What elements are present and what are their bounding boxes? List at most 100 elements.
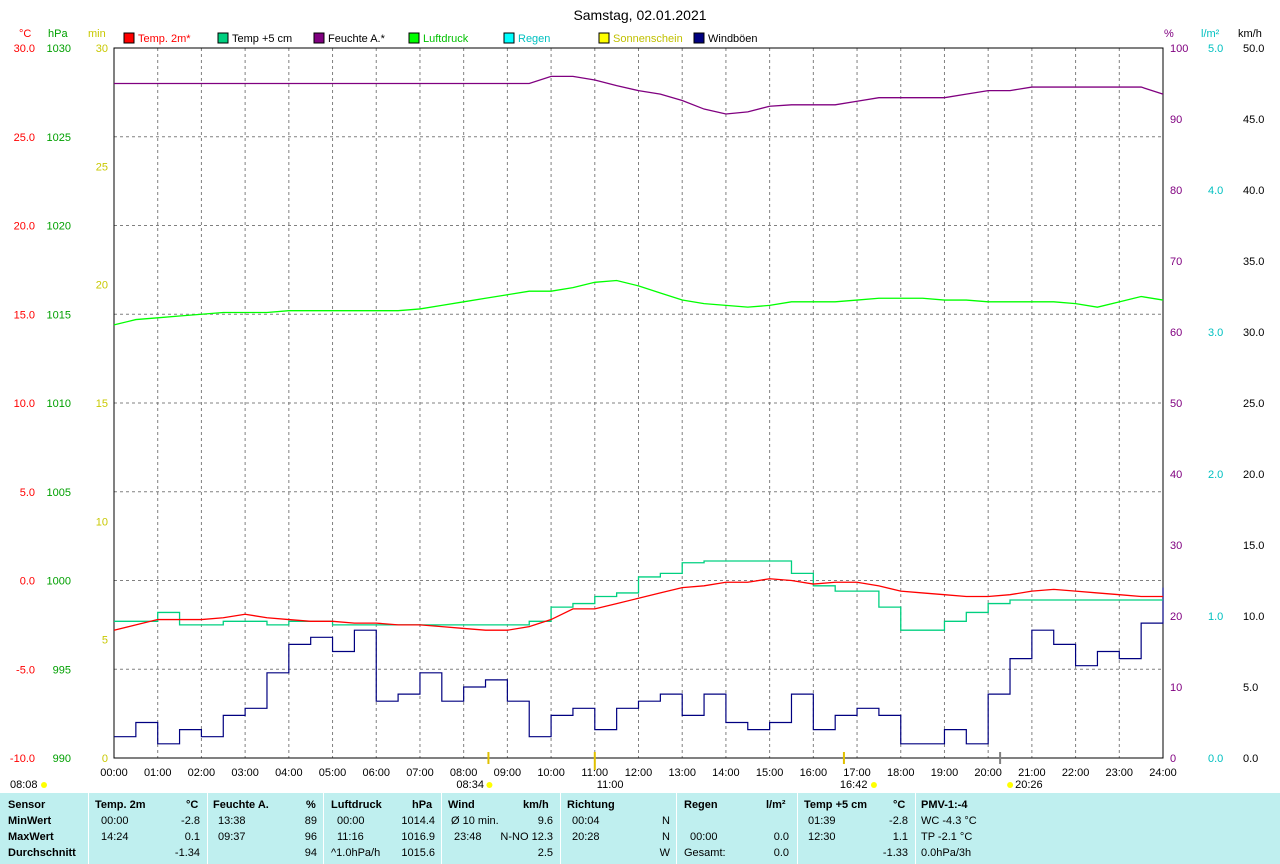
pressure-tick-label: 1010: [47, 398, 71, 410]
header-wind: Wind: [448, 799, 475, 811]
x-tick-label: 02:00: [188, 767, 216, 779]
rain-tick-label: 1.0: [1208, 611, 1223, 623]
cell-temp-value: -2.8: [181, 815, 200, 827]
cell-wind-value: 2.5: [537, 847, 553, 859]
pressure-tick-label: 1020: [47, 221, 71, 233]
cell-rain-value: 0.0: [773, 831, 789, 843]
humidity-tick-label: 10: [1170, 682, 1182, 694]
cell-pmv: TP -2.1 °C: [921, 831, 973, 843]
wind-tick-label: 50.0: [1243, 43, 1264, 55]
x-tick-label: 03:00: [231, 767, 259, 779]
x-tick-label: 00:00: [100, 767, 128, 779]
temp-tick-label: 20.0: [14, 221, 35, 233]
cell-t5-value: -1.33: [882, 847, 908, 859]
temp-tick-label: 25.0: [14, 132, 35, 144]
cell-pmv: WC -4.3 °C: [921, 815, 977, 827]
sunshine-tick-label: 25: [96, 161, 108, 173]
legend-label: Sonnenschein: [613, 33, 683, 45]
x-tick-label: 16:00: [800, 767, 828, 779]
humidity-tick-label: 70: [1170, 256, 1182, 268]
cell-rain-value: 0.0: [773, 847, 789, 859]
cell-hum-time: 09:37: [218, 831, 246, 843]
header-humidity-unit: %: [306, 799, 316, 811]
humidity-tick-label: 0: [1170, 753, 1176, 765]
pressure-tick-label: 1005: [47, 487, 71, 499]
cell-press-value: 1014.4: [401, 815, 435, 827]
sunrise-icon: [41, 782, 47, 788]
wind-tick-label: 15.0: [1243, 540, 1264, 552]
statistics-table: Sensor Temp. 2m °C Feuchte A. % Luftdruc…: [0, 793, 1280, 864]
x-tick-label: 06:00: [362, 767, 390, 779]
sun-icon: [486, 782, 493, 788]
cell-pmv: 0.0hPa/3h: [921, 847, 972, 859]
x-tick-label: 15:00: [756, 767, 784, 779]
legend-label: Temp +5 cm: [232, 33, 292, 45]
temp-tick-label: -10.0: [10, 753, 35, 765]
x-tick-label: 12:00: [625, 767, 653, 779]
x-tick-label: 07:00: [406, 767, 434, 779]
divider: [676, 793, 677, 864]
row-label-min: MinWert: [8, 815, 52, 827]
legend-swatch: [503, 32, 515, 44]
wind-tick-label: 35.0: [1243, 256, 1264, 268]
pressure-tick-label: 990: [53, 753, 71, 765]
cell-temp-time: 14:24: [101, 831, 129, 843]
sunset-label: 16:42: [840, 779, 868, 791]
sunshine-tick-label: 5: [102, 635, 108, 647]
extra-sun-label: 20:26: [1015, 779, 1043, 791]
legend-label: Regen: [518, 33, 550, 45]
header-humidity: Feuchte A.: [213, 799, 269, 811]
x-tick-label: 20:00: [974, 767, 1002, 779]
temp-tick-label: -5.0: [16, 664, 35, 676]
sunshine-axis-unit: min: [88, 28, 106, 40]
cell-hum-value: 96: [304, 831, 317, 843]
header-temp-unit: °C: [186, 799, 199, 811]
wind-tick-label: 10.0: [1243, 611, 1264, 623]
wind-tick-label: 5.0: [1243, 682, 1258, 694]
header-temp5-unit: °C: [893, 799, 906, 811]
cell-dir-value: W: [659, 847, 670, 859]
x-tick-label: 05:00: [319, 767, 347, 779]
weather-chart: Samstag, 02.01.2021 Temp. 2m* Temp +5 cm F…: [10, 7, 1265, 791]
rain-axis-unit: l/m²: [1201, 28, 1220, 40]
header-pressure: Luftdruck: [331, 799, 382, 811]
header-rain: Regen: [684, 799, 718, 811]
humidity-tick-label: 90: [1170, 114, 1182, 126]
header-sensor: Sensor: [8, 799, 46, 811]
x-tick-label: 22:00: [1062, 767, 1090, 779]
chart-legend: Temp. 2m* Temp +5 cm Feuchte A.* Luftdruck R…: [123, 32, 758, 45]
x-tick-label: 17:00: [843, 767, 871, 779]
cell-t5-value: -2.8: [889, 815, 908, 827]
legend-swatch: [123, 32, 135, 44]
cell-wind-value: 9.6: [537, 815, 553, 827]
legend-label: Feuchte A.*: [328, 33, 386, 45]
sunshine-tick-label: 0: [102, 753, 108, 765]
sunshine-tick-label: 30: [96, 43, 108, 55]
header-rain-unit: l/m²: [766, 799, 786, 811]
cell-rain-time: Gesamt:: [684, 847, 726, 859]
x-tick-label: 19:00: [931, 767, 959, 779]
pressure-tick-label: 995: [53, 664, 71, 676]
pressure-tick-label: 1000: [47, 576, 71, 588]
weather-chart-page: Samstag, 02.01.2021 Temp. 2m* Temp +5 cm F…: [0, 0, 1280, 864]
rain-tick-label: 0.0: [1208, 753, 1223, 765]
cell-press-value: 1016.9: [401, 831, 435, 843]
header-wind-unit: km/h: [523, 799, 549, 811]
cell-dir-time: 00:04: [572, 815, 600, 827]
x-tick-label: 04:00: [275, 767, 303, 779]
chart-title: Samstag, 02.01.2021: [573, 7, 706, 23]
chart-grid: [114, 48, 1163, 758]
cell-t5-value: 1.1: [892, 831, 908, 843]
temp-tick-label: 0.0: [20, 576, 35, 588]
divider: [207, 793, 208, 864]
humidity-tick-label: 80: [1170, 185, 1182, 197]
header-temp5: Temp +5 cm: [804, 799, 868, 811]
x-tick-label: 08:00: [450, 767, 478, 779]
sun-icon: [1007, 782, 1014, 788]
sunshine-tick-label: 20: [96, 280, 108, 292]
cell-dir-value: N: [662, 815, 670, 827]
cell-temp-value: -1.34: [174, 847, 200, 859]
sun-icon: [870, 782, 877, 788]
temp-tick-label: 15.0: [14, 309, 35, 321]
cell-t5-time: 12:30: [808, 831, 836, 843]
